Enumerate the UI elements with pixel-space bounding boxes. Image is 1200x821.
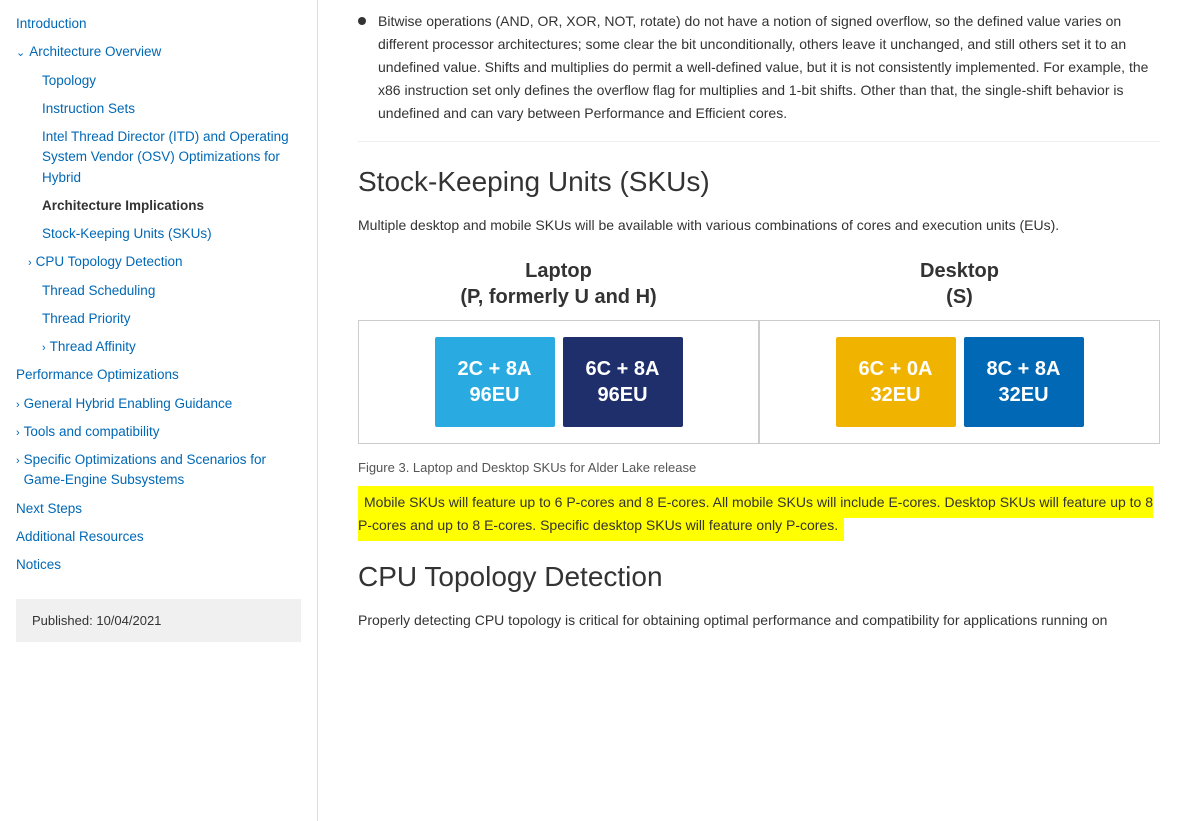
sidebar-item-architecture-implications[interactable]: Architecture Implications (0, 192, 317, 220)
chevron-right-icon-3: › (16, 397, 20, 414)
chevron-right-icon-2: › (42, 340, 46, 357)
sku-box-8c-8a-32eu: 8C + 8A32EU (964, 337, 1084, 427)
published-date: 10/04/2021 (96, 613, 161, 628)
figure-caption: Figure 3. Laptop and Desktop SKUs for Al… (358, 460, 1160, 475)
desktop-title: Desktop (S) (759, 258, 1160, 310)
sidebar-item-thread-scheduling[interactable]: Thread Scheduling (0, 277, 317, 305)
top-text-section: Bitwise operations (AND, OR, XOR, NOT, r… (358, 0, 1160, 125)
sidebar-item-stock-keeping-units[interactable]: Stock-Keeping Units (SKUs) (0, 220, 317, 248)
sidebar-item-topology[interactable]: Topology (0, 67, 317, 95)
sidebar: Introduction ⌄ Architecture Overview Top… (0, 0, 318, 821)
cpu-topology-heading: CPU Topology Detection (358, 561, 1160, 593)
sidebar-item-notices[interactable]: Notices (0, 551, 317, 579)
sidebar-item-thread-affinity[interactable]: › Thread Affinity (0, 333, 317, 361)
laptop-group: Laptop (P, formerly U and H) 2C + 8A96EU… (358, 258, 759, 444)
highlight-text: Mobile SKUs will feature up to 6 P-cores… (358, 486, 1153, 541)
sku-subtext: Multiple desktop and mobile SKUs will be… (358, 214, 1160, 237)
chevron-right-icon: › (28, 255, 32, 272)
sidebar-item-thread-priority[interactable]: Thread Priority (0, 305, 317, 333)
sidebar-item-cpu-topology[interactable]: › CPU Topology Detection (0, 248, 317, 276)
sidebar-item-general-hybrid[interactable]: › General Hybrid Enabling Guidance (0, 390, 317, 418)
sku-box-2c-8a-96eu: 2C + 8A96EU (435, 337, 555, 427)
bullet-dot (358, 17, 366, 25)
laptop-sku-boxes: 2C + 8A96EU 6C + 8A96EU (358, 320, 759, 444)
sku-diagram: Laptop (P, formerly U and H) 2C + 8A96EU… (358, 258, 1160, 444)
sidebar-item-tools-compatibility[interactable]: › Tools and compatibility (0, 418, 317, 446)
sku-box-6c-0a-32eu: 6C + 0A32EU (836, 337, 956, 427)
sidebar-item-architecture-overview[interactable]: ⌄ Architecture Overview (0, 38, 317, 66)
sidebar-item-performance-optimizations[interactable]: Performance Optimizations (0, 361, 317, 389)
chevron-down-icon: ⌄ (16, 45, 25, 62)
chevron-right-icon-5: › (16, 453, 20, 470)
sidebar-item-specific-optimizations[interactable]: › Specific Optimizations and Scenarios f… (0, 446, 317, 495)
sidebar-item-next-steps[interactable]: Next Steps (0, 495, 317, 523)
sidebar-item-additional-resources[interactable]: Additional Resources (0, 523, 317, 551)
sidebar-item-intel-thread-director[interactable]: Intel Thread Director (ITD) and Operatin… (0, 123, 317, 192)
desktop-group: Desktop (S) 6C + 0A32EU 8C + 8A32EU (759, 258, 1160, 444)
main-content: Bitwise operations (AND, OR, XOR, NOT, r… (318, 0, 1200, 821)
sidebar-item-introduction[interactable]: Introduction (0, 10, 317, 38)
chevron-right-icon-4: › (16, 425, 20, 442)
desktop-sku-boxes: 6C + 0A32EU 8C + 8A32EU (759, 320, 1160, 444)
divider (358, 141, 1160, 142)
highlight-wrapper: Mobile SKUs will feature up to 6 P-cores… (358, 491, 1160, 537)
sku-box-6c-8a-96eu: 6C + 8A96EU (563, 337, 683, 427)
sku-heading: Stock-Keeping Units (SKUs) (358, 166, 1160, 198)
top-bullet-text: Bitwise operations (AND, OR, XOR, NOT, r… (378, 10, 1160, 125)
cpu-topology-text: Properly detecting CPU topology is criti… (358, 609, 1160, 632)
sidebar-item-instruction-sets[interactable]: Instruction Sets (0, 95, 317, 123)
laptop-title: Laptop (P, formerly U and H) (358, 258, 759, 310)
published-box: Published: 10/04/2021 (16, 599, 301, 642)
published-label: Published: (32, 613, 93, 628)
